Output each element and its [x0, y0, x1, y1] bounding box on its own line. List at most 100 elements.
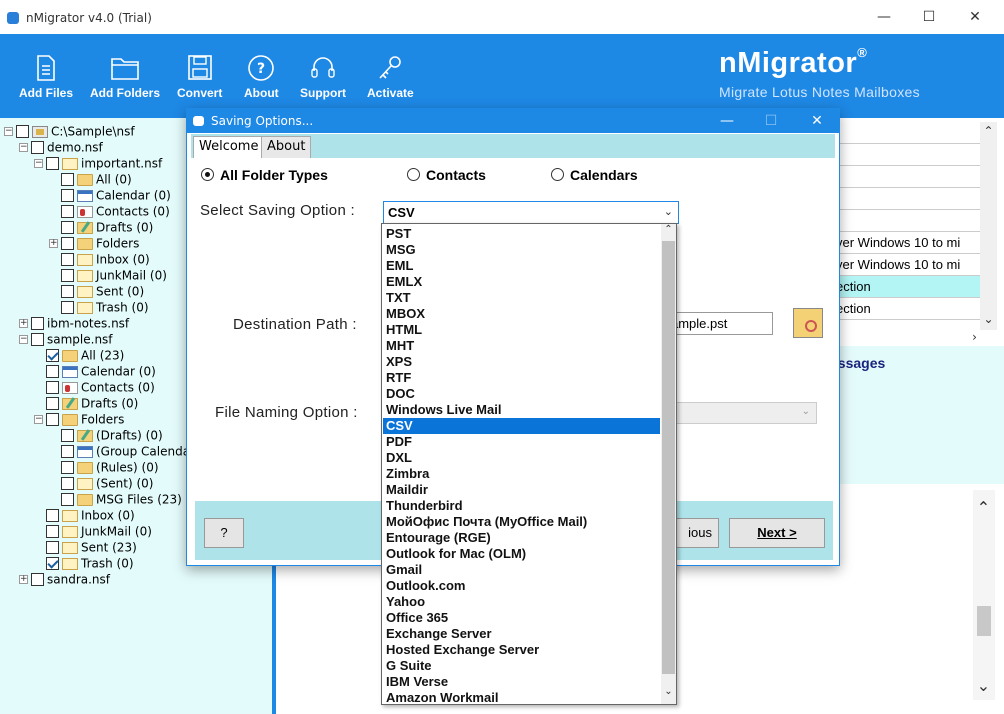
dropdown-option[interactable]: DXL	[383, 450, 660, 466]
tree-checkbox[interactable]	[46, 157, 59, 170]
preview-scroll-up-icon[interactable]: ⌃	[975, 498, 992, 517]
tree-checkbox[interactable]	[31, 141, 44, 154]
dropdown-option[interactable]: Thunderbird	[383, 498, 660, 514]
tree-node[interactable]: Trash (0)	[34, 555, 134, 571]
dropdown-option[interactable]: CSV	[383, 418, 660, 434]
radio-all-folder-types[interactable]: All Folder Types	[201, 167, 328, 183]
tree-checkbox[interactable]	[61, 301, 74, 314]
scroll-up-icon[interactable]: ⌃	[980, 124, 997, 138]
dropdown-option[interactable]: TXT	[383, 290, 660, 306]
tree-node[interactable]: − demo.nsf	[19, 139, 103, 155]
tree-node[interactable]: − C:\Sample\nsf	[4, 123, 135, 139]
collapse-icon[interactable]: −	[34, 415, 43, 424]
tree-node[interactable]: Inbox (0)	[34, 507, 135, 523]
tree-checkbox[interactable]	[46, 397, 59, 410]
tab-welcome[interactable]: Welcome	[193, 136, 265, 158]
collapse-icon[interactable]: −	[19, 335, 28, 344]
tree-checkbox[interactable]	[61, 237, 74, 250]
table-row[interactable]	[836, 144, 980, 166]
tree-checkbox[interactable]	[46, 365, 59, 378]
tree-checkbox[interactable]	[61, 477, 74, 490]
dropdown-option[interactable]: RTF	[383, 370, 660, 386]
expand-icon[interactable]: +	[19, 319, 28, 328]
saving-option-select[interactable]: CSV ⌄	[383, 201, 679, 224]
tree-checkbox[interactable]	[61, 429, 74, 442]
tree-checkbox[interactable]	[61, 269, 74, 282]
help-button[interactable]: ?	[204, 518, 244, 548]
tree-checkbox[interactable]	[61, 189, 74, 202]
dropdown-option[interactable]: Exchange Server	[383, 626, 660, 642]
tree-node[interactable]: Contacts (0)	[49, 203, 170, 219]
maximize-button[interactable]: ☐	[906, 6, 952, 28]
radio-calendars[interactable]: Calendars	[551, 167, 638, 183]
dropdown-option[interactable]: Maildir	[383, 482, 660, 498]
dropdown-scroll-down-icon[interactable]: ⌄	[660, 686, 676, 697]
add-folders-button[interactable]: Add Folders	[90, 54, 160, 100]
tree-checkbox[interactable]	[31, 317, 44, 330]
dialog-minimize-button[interactable]: —	[707, 109, 747, 133]
tree-node[interactable]: − important.nsf	[34, 155, 162, 171]
tree-node[interactable]: + Folders	[49, 235, 139, 251]
radio-contacts[interactable]: Contacts	[407, 167, 486, 183]
table-row[interactable]: ection	[836, 276, 980, 298]
dropdown-option[interactable]: DOC	[383, 386, 660, 402]
destination-path-input[interactable]: ample.pst	[667, 312, 773, 335]
scroll-down-icon[interactable]: ⌄	[980, 312, 997, 326]
collapse-icon[interactable]: −	[4, 127, 13, 136]
file-naming-select[interactable]: ⌄	[667, 402, 817, 424]
table-row[interactable]	[836, 188, 980, 210]
dropdown-option[interactable]: МойОфис Почта (MyOffice Mail)	[383, 514, 660, 530]
table-row[interactable]: ver Windows 10 to mi	[836, 232, 980, 254]
table-row[interactable]: ver Windows 10 to mi	[836, 254, 980, 276]
table-row[interactable]	[836, 210, 980, 232]
dropdown-option[interactable]: Entourage (RGE)	[383, 530, 660, 546]
dropdown-option[interactable]: Outlook.com	[383, 578, 660, 594]
convert-button[interactable]: Convert	[177, 54, 222, 100]
tree-checkbox[interactable]	[61, 221, 74, 234]
dropdown-option[interactable]: Yahoo	[383, 594, 660, 610]
collapse-icon[interactable]: −	[34, 159, 43, 168]
dropdown-scroll-thumb[interactable]	[662, 241, 675, 674]
tree-node[interactable]: + ibm-notes.nsf	[19, 315, 129, 331]
dropdown-option[interactable]: Gmail	[383, 562, 660, 578]
preview-scroll-thumb[interactable]	[977, 606, 991, 636]
tree-checkbox[interactable]	[46, 557, 59, 570]
dialog-maximize-button[interactable]: ☐	[751, 109, 791, 133]
tree-checkbox[interactable]	[16, 125, 29, 138]
tree-checkbox[interactable]	[31, 333, 44, 346]
dropdown-option[interactable]: PST	[383, 226, 660, 242]
tree-node[interactable]: Contacts (0)	[34, 379, 155, 395]
about-button[interactable]: ? About	[244, 54, 279, 100]
dropdown-option[interactable]: MSG	[383, 242, 660, 258]
tree-checkbox[interactable]	[61, 205, 74, 218]
tab-about[interactable]: About	[261, 136, 312, 158]
tree-checkbox[interactable]	[61, 173, 74, 186]
tree-checkbox[interactable]	[46, 413, 59, 426]
dropdown-option[interactable]: Windows Live Mail	[383, 402, 660, 418]
tree-node[interactable]: Drafts (0)	[49, 219, 153, 235]
tree-node[interactable]: All (0)	[49, 171, 132, 187]
dropdown-option[interactable]: Zimbra	[383, 466, 660, 482]
dropdown-option[interactable]: EMLX	[383, 274, 660, 290]
minimize-button[interactable]: —	[861, 6, 907, 28]
dropdown-option[interactable]: Hosted Exchange Server	[383, 642, 660, 658]
dropdown-option[interactable]: Outlook for Mac (OLM)	[383, 546, 660, 562]
tree-checkbox[interactable]	[61, 285, 74, 298]
dropdown-option[interactable]: G Suite	[383, 658, 660, 674]
dropdown-scrollbar[interactable]: ⌃ ⌄	[661, 224, 676, 704]
close-button[interactable]: ✕	[952, 6, 998, 28]
table-row[interactable]: ection	[836, 298, 980, 320]
collapse-icon[interactable]: −	[19, 143, 28, 152]
dropdown-option[interactable]: MHT	[383, 338, 660, 354]
activate-button[interactable]: Activate	[367, 54, 414, 100]
scroll-right-icon[interactable]: ›	[966, 330, 983, 344]
tree-checkbox[interactable]	[46, 381, 59, 394]
support-button[interactable]: Support	[300, 54, 346, 100]
tree-checkbox[interactable]	[46, 349, 59, 362]
dropdown-option[interactable]: PDF	[383, 434, 660, 450]
tree-node[interactable]: JunkMail (0)	[34, 523, 152, 539]
preview-scrollbar[interactable]: ⌃ ⌄	[973, 490, 995, 700]
dialog-close-button[interactable]: ✕	[797, 109, 837, 133]
tree-node[interactable]: Inbox (0)	[49, 251, 150, 267]
tree-node[interactable]: JunkMail (0)	[49, 267, 167, 283]
